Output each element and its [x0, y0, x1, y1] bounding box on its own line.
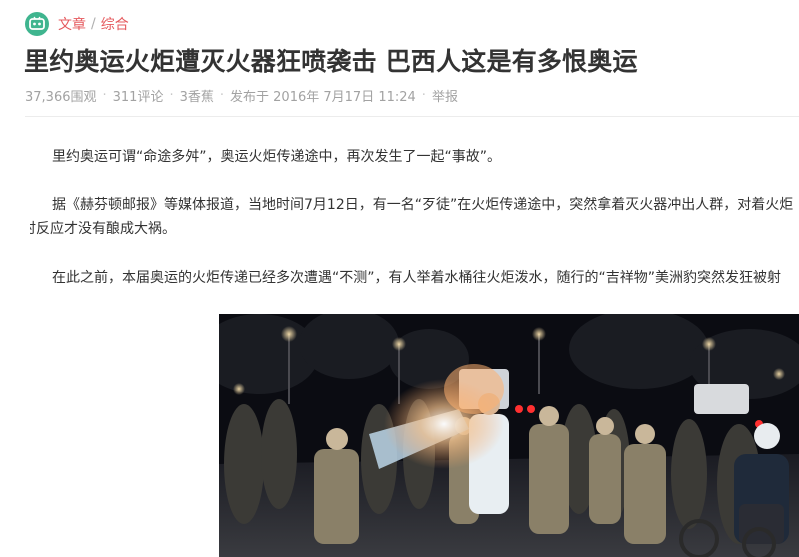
- meta-separator: ·: [169, 88, 174, 103]
- article-title: 里约奥运火炬遭灭火器狂喷袭击 巴西人这是有多恨奥运: [24, 47, 638, 76]
- article-paragraph-line: 及时反应才没有酿成大祸。: [30, 221, 176, 237]
- article-paragraph: 据《赫芬顿邮报》等媒体报道，当地时间7月12日，有一名“歹徒”在火炬传递途中，突…: [30, 193, 799, 241]
- article-page: 文章 / 综合 里约奥运火炬遭灭火器狂喷袭击 巴西人这是有多恨奥运 37,366…: [0, 0, 799, 557]
- article-paragraph: 在此之前，本届奥运的火炬传递已经多次遭遇“不测”，有人举着水桶往火炬泼水，随行的…: [52, 270, 782, 286]
- meta-separator: ·: [421, 88, 426, 103]
- acfun-tv-logo-icon[interactable]: [25, 12, 49, 36]
- article-image-torch-attack[interactable]: [219, 314, 799, 557]
- comment-count[interactable]: 311评论: [113, 86, 164, 105]
- article-paragraph: 里约奥运可谓“命途多舛”，奥运火炬传递途中，再次发生了一起“事故”。: [52, 149, 502, 165]
- meta-separator: ·: [102, 88, 107, 103]
- report-link[interactable]: 举报: [432, 86, 458, 105]
- breadcrumb-separator: /: [91, 16, 96, 32]
- breadcrumb: 文章 / 综合: [25, 12, 129, 36]
- publish-time: 发布于 2016年 7月17日 11:24: [230, 90, 416, 105]
- article-paragraph-line: 据《赫芬顿邮报》等媒体报道，当地时间7月12日，有一名“歹徒”在火炬传递途中，突…: [52, 197, 794, 213]
- banana-count: 3香蕉: [179, 90, 214, 105]
- torch-relay-night-photo: [219, 314, 799, 557]
- article-meta: 37,366围观 · 311评论 · 3香蕉 · 发布于 2016年 7月17日…: [25, 86, 458, 105]
- breadcrumb-category-link[interactable]: 文章: [58, 14, 86, 34]
- breadcrumb-subcategory-link[interactable]: 综合: [101, 14, 129, 34]
- meta-separator: ·: [219, 88, 225, 103]
- view-count: 37,366围观: [25, 90, 97, 105]
- header-divider: [25, 116, 799, 117]
